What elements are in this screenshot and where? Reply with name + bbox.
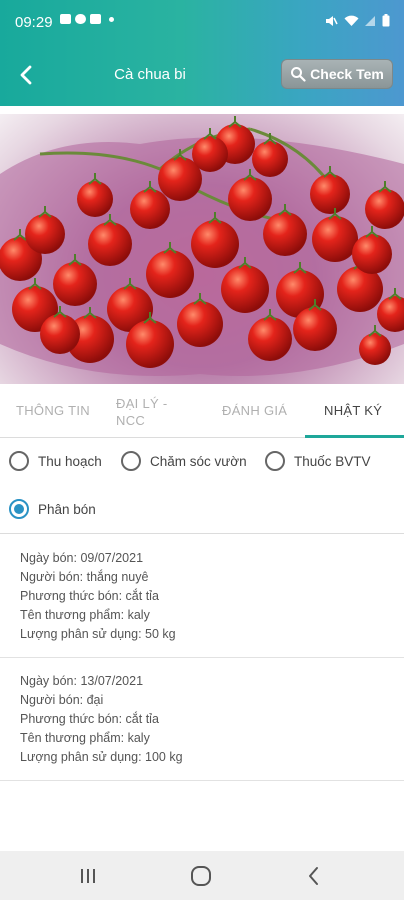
tab-label: NHẬT KÝ <box>324 403 383 418</box>
list-item[interactable]: Ngày bón: 13/07/2021 Người bón: đại Phươ… <box>0 658 404 781</box>
radio-label: Phân bón <box>38 501 96 517</box>
log-product: Tên thương phẩm: kaly <box>20 608 150 622</box>
radio-label: Thu hoạch <box>38 453 102 469</box>
status-bar: 09:29 <box>0 0 404 44</box>
list-item[interactable]: Ngày bón: 09/07/2021 Người bón: thắng nu… <box>0 535 404 658</box>
tab-label-line2: NCC <box>116 413 146 428</box>
wifi-icon <box>344 15 359 26</box>
log-person: Người bón: đại <box>20 693 104 707</box>
recents-button[interactable] <box>76 865 100 887</box>
status-system-icons <box>325 14 390 27</box>
status-notification-icons <box>60 14 114 24</box>
log-person: Người bón: thắng nuyê <box>20 570 149 584</box>
log-type-filter: Thu hoạch Chăm sóc vườn Thuốc BVTV Phân … <box>0 438 404 534</box>
battery-icon <box>382 14 390 27</box>
message-icon <box>90 14 101 24</box>
radio-label: Thuốc BVTV <box>294 453 371 469</box>
radio-label: Chăm sóc vườn <box>150 453 247 469</box>
back-nav-button[interactable] <box>302 865 326 887</box>
app-header: 09:29 Cà chua bi Check Tem <box>0 0 404 106</box>
product-image <box>0 114 404 384</box>
dot-icon <box>109 16 114 22</box>
log-amount: Lượng phân sử dụng: 100 kg <box>20 750 183 764</box>
log-date: Ngày bón: 13/07/2021 <box>20 674 144 688</box>
radio-circle <box>9 451 29 471</box>
tab-label: ĐẠI LÝ - <box>116 396 168 411</box>
check-tem-button[interactable]: Check Tem <box>281 59 393 89</box>
radio-circle <box>121 451 141 471</box>
radio-circle-checked <box>9 499 29 519</box>
back-nav-icon <box>309 867 318 885</box>
radio-thu-hoach[interactable]: Thu hoạch <box>9 451 102 471</box>
check-tem-label: Check Tem <box>310 66 384 82</box>
radio-cham-soc-vuon[interactable]: Chăm sóc vườn <box>121 451 247 471</box>
page-title: Cà chua bi <box>114 66 186 83</box>
home-icon <box>191 866 211 886</box>
log-method: Phương thức bón: cắt tỉa <box>20 712 159 726</box>
log-method: Phương thức bón: cắt tỉa <box>20 589 159 603</box>
fertilizer-log-list: Ngày bón: 09/07/2021 Người bón: thắng nu… <box>0 535 404 781</box>
search-icon <box>291 67 306 82</box>
tab-label: THÔNG TIN <box>16 403 90 418</box>
status-time: 09:29 <box>15 14 53 31</box>
home-button[interactable] <box>189 865 213 887</box>
image-icon <box>60 14 71 24</box>
tab-bar: THÔNG TIN ĐẠI LÝ - NCC ĐÁNH GIÁ NHẬT KÝ <box>0 384 404 438</box>
log-product: Tên thương phẩm: kaly <box>20 731 150 745</box>
radio-phan-bon[interactable]: Phân bón <box>9 499 96 519</box>
radio-circle <box>265 451 285 471</box>
cloud-icon <box>75 14 86 24</box>
log-amount: Lượng phân sử dụng: 50 kg <box>20 627 176 641</box>
system-nav-bar <box>0 851 404 900</box>
mute-icon <box>326 15 338 26</box>
signal-icon <box>365 15 375 26</box>
recents-icon <box>81 869 95 883</box>
tab-label: ĐÁNH GIÁ <box>222 403 288 418</box>
log-date: Ngày bón: 09/07/2021 <box>20 551 144 565</box>
radio-thuoc-bvtv[interactable]: Thuốc BVTV <box>265 451 371 471</box>
